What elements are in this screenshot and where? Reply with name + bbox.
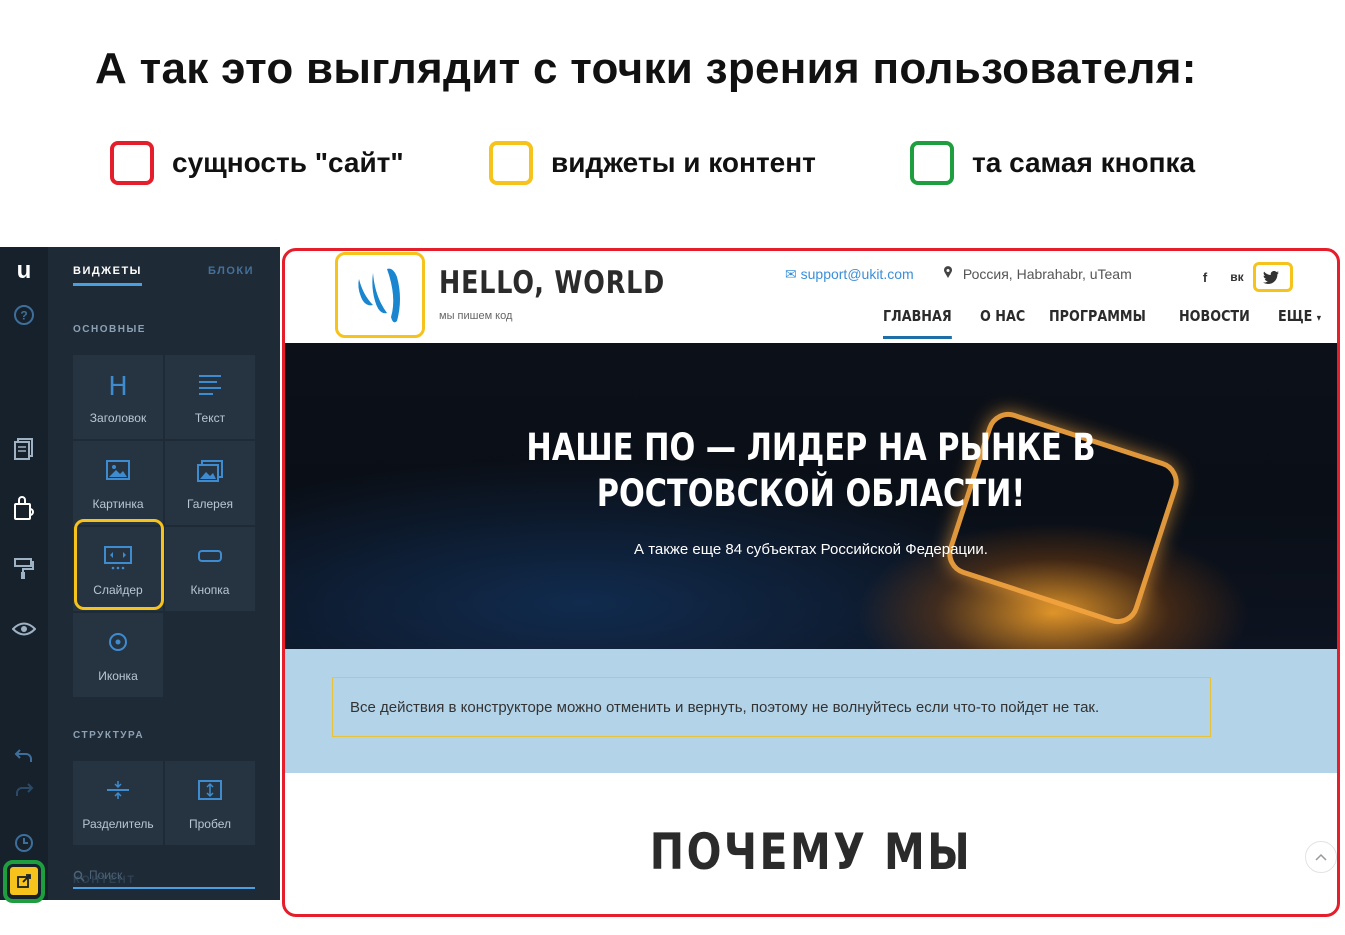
widget-button[interactable]: Кнопка: [165, 527, 255, 611]
site-subtitle: мы пишем код: [439, 310, 513, 322]
section-structure-label: СТРУКТУРА: [73, 730, 145, 741]
widget-label: Заголовок: [89, 411, 147, 425]
widget-label: Слайдер: [93, 583, 143, 597]
icon-widget-icon: [109, 633, 127, 651]
widget-label: Разделитель: [82, 817, 154, 831]
svg-text:H: H: [108, 373, 128, 399]
text-lines-icon: [199, 375, 221, 395]
notice-text: Все действия в конструкторе можно отмени…: [332, 677, 1211, 737]
slider-icon: [104, 546, 132, 570]
widget-label: Пробел: [189, 817, 231, 831]
nav-item-more[interactable]: ЕЩЕ ▾: [1278, 307, 1321, 325]
site-logo[interactable]: [339, 255, 423, 335]
main-nav: ГЛАВНАЯ О НАС ПРОГРАММЫ НОВОСТИ ЕЩЕ ▾: [883, 307, 1339, 339]
history-clock-icon[interactable]: [8, 827, 40, 859]
nav-item-programs[interactable]: ПРОГРАММЫ: [1049, 307, 1146, 325]
nav-item-news[interactable]: НОВОСТИ: [1179, 307, 1250, 325]
legend-label: виджеты и контент: [551, 147, 816, 178]
ukit-logo[interactable]: u: [8, 255, 40, 287]
widget-search: КОНТЕНТ: [73, 864, 255, 889]
hero-title-line: НАШЕ ПО — ЛИДЕР НА РЫНКЕ В: [526, 426, 1096, 469]
tab-blocks[interactable]: БЛОКИ: [208, 265, 254, 277]
facebook-icon[interactable]: f: [1195, 267, 1215, 287]
legend-red-swatch: [110, 141, 154, 185]
hero-subtitle: А также еще 84 субъектах Российской Феде…: [634, 541, 988, 558]
widget-panel: ВИДЖЕТЫ БЛОКИ ОСНОВНЫЕ H Заголовок Текст…: [48, 247, 280, 900]
legend-label: та самая кнопка: [972, 147, 1196, 178]
legend-button: та самая кнопка: [910, 140, 1195, 186]
publish-icon: [17, 874, 31, 888]
widget-image[interactable]: Картинка: [73, 441, 163, 525]
redo-icon[interactable]: [8, 773, 40, 805]
image-icon: [106, 460, 130, 480]
headline: А так это выглядит с точки зрения пользо…: [95, 44, 1197, 93]
widget-icon[interactable]: Иконка: [73, 613, 163, 697]
mail-icon: ✉: [785, 266, 797, 282]
design-brush-icon[interactable]: [8, 553, 40, 585]
section-basic-label: ОСНОВНЫЕ: [73, 324, 146, 335]
location-pin-icon: [944, 266, 952, 278]
contact-email[interactable]: ✉ support@ukit.com: [785, 266, 914, 283]
chevron-up-icon: [1315, 853, 1327, 861]
widget-spacer[interactable]: Пробел: [165, 761, 255, 845]
widgets-icon[interactable]: [8, 493, 40, 525]
nav-item-more-label: ЕЩЕ: [1278, 307, 1313, 325]
tab-widgets[interactable]: ВИДЖЕТЫ: [73, 265, 142, 286]
widget-gallery[interactable]: Галерея: [165, 441, 255, 525]
widget-label: Картинка: [92, 497, 144, 511]
location-text: Россия, Habrahabr, uTeam: [962, 266, 1132, 282]
legend-widgets: виджеты и контент: [489, 140, 816, 186]
hero-title-line: РОСТОВСКОЙ ОБЛАСТИ!: [596, 472, 1026, 515]
email-text: support@ukit.com: [800, 266, 914, 282]
widget-label: Галерея: [186, 497, 234, 511]
hero-title: НАШЕ ПО — ЛИДЕР НА РЫНКЕ В РОСТОВСКОЙ ОБ…: [378, 425, 1244, 517]
divider-icon: [107, 781, 129, 799]
spacer-icon: [198, 780, 222, 800]
legend-site: сущность "сайт": [110, 140, 404, 186]
site-title: HELLO, WORLD: [439, 265, 666, 301]
vk-icon[interactable]: вк: [1227, 267, 1247, 287]
undo-icon[interactable]: [8, 739, 40, 771]
nav-item-home[interactable]: ГЛАВНАЯ: [883, 307, 952, 339]
notice-section: Все действия в конструкторе можно отмени…: [283, 649, 1339, 773]
widget-heading[interactable]: H Заголовок: [73, 355, 163, 439]
pages-icon[interactable]: [8, 433, 40, 465]
widget-label: Кнопка: [190, 583, 230, 597]
legend-green-swatch: [910, 141, 954, 185]
hero-slider: НАШЕ ПО — ЛИДЕР НА РЫНКЕ В РОСТОВСКОЙ ОБ…: [283, 343, 1339, 649]
section-title-why-us: ПОЧЕМУ МЫ: [649, 823, 973, 881]
publish-button[interactable]: [10, 867, 38, 895]
legend-label: сущность "сайт": [172, 147, 404, 178]
scroll-top-button[interactable]: [1305, 841, 1337, 873]
svg-text:?: ?: [20, 309, 27, 323]
help-icon[interactable]: ?: [8, 299, 40, 331]
preview-eye-icon[interactable]: [8, 613, 40, 645]
search-input[interactable]: [73, 864, 255, 886]
gallery-icon: [197, 460, 223, 482]
heading-icon: H: [108, 373, 128, 399]
widget-divider[interactable]: Разделитель: [73, 761, 163, 845]
editor-rail: u ?: [0, 247, 48, 900]
site-preview: HELLO, WORLD мы пишем код ✉ support@ukit…: [283, 249, 1339, 915]
widget-slider[interactable]: Слайдер: [73, 527, 163, 611]
widget-text[interactable]: Текст: [165, 355, 255, 439]
twitter-icon[interactable]: [1261, 267, 1281, 287]
widget-label: Иконка: [98, 669, 138, 683]
legend-yellow-swatch: [489, 141, 533, 185]
caret-down-icon: ▾: [1316, 313, 1322, 324]
contact-location: Россия, Habrahabr, uTeam: [943, 266, 1132, 282]
widget-label: Текст: [194, 411, 226, 425]
logo-waves-icon: [358, 268, 400, 323]
nav-item-about[interactable]: О НАС: [980, 307, 1025, 325]
button-icon: [198, 550, 222, 562]
